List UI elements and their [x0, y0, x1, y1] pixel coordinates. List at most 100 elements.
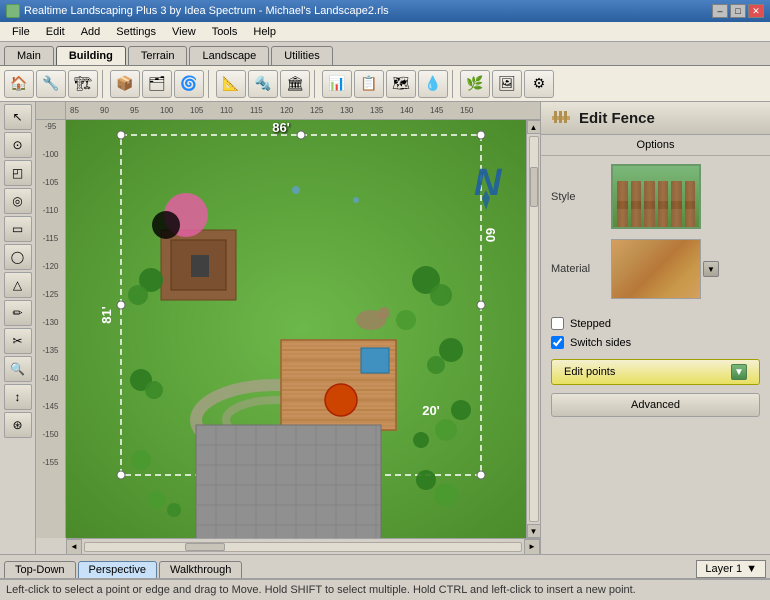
- toolbar-tool-0[interactable]: 🏠: [4, 70, 34, 98]
- svg-text:81': 81': [99, 306, 114, 324]
- toolbar-separator-5: [208, 70, 212, 98]
- toolbar-tool-4[interactable]: 🗂: [142, 70, 172, 98]
- toolbar-tool-1[interactable]: 🔧: [36, 70, 66, 98]
- style-preview[interactable]: [611, 164, 701, 229]
- maximize-button[interactable]: □: [730, 4, 746, 18]
- toolbar-tool-15[interactable]: ⚙: [524, 70, 554, 98]
- toolbar-tool-13[interactable]: 🌿: [460, 70, 490, 98]
- main-content: ↖⊙◰◎▭◯△✏✂🔍↕⊛ 859095100105110115120125130…: [0, 102, 770, 554]
- menu-item-help[interactable]: Help: [245, 24, 284, 40]
- vertical-scrollbar[interactable]: ▲ ▼: [526, 120, 540, 538]
- ruler-h-mark: 135: [370, 106, 383, 115]
- canvas-area[interactable]: 86' 60 81' 19' 20' N: [66, 120, 540, 538]
- tab-main[interactable]: Main: [4, 46, 54, 65]
- vscroll-up-button[interactable]: ▲: [527, 120, 541, 134]
- ruler-v-mark: -135: [42, 346, 58, 355]
- close-button[interactable]: ✕: [748, 4, 764, 18]
- ruler-v-mark: -100: [42, 150, 58, 159]
- layer-indicator[interactable]: Layer 1 ▼: [696, 560, 766, 578]
- hscroll-right-button[interactable]: ►: [524, 539, 540, 555]
- titlebar-controls[interactable]: – □ ✕: [712, 4, 764, 18]
- ruler-corner: [36, 102, 66, 120]
- material-selector: ▼: [611, 239, 701, 299]
- toolbar-tool-6[interactable]: 📐: [216, 70, 246, 98]
- vscroll-track[interactable]: [529, 136, 539, 522]
- toolbar-tool-7[interactable]: 🔩: [248, 70, 278, 98]
- tab-terrain[interactable]: Terrain: [128, 46, 188, 65]
- toolbar-tool-2[interactable]: 🏗: [68, 70, 98, 98]
- titlebar: Realtime Landscaping Plus 3 by Idea Spec…: [0, 0, 770, 22]
- ruler-v-mark: -140: [42, 374, 58, 383]
- tab-building[interactable]: Building: [56, 46, 126, 65]
- ruler-v-mark: -110: [43, 206, 58, 215]
- edit-points-label: Edit points: [564, 366, 615, 378]
- ruler-h-mark: 95: [130, 106, 139, 115]
- tab-landscape[interactable]: Landscape: [189, 46, 269, 65]
- menu-item-edit[interactable]: Edit: [38, 24, 73, 40]
- view-tab-walkthrough[interactable]: Walkthrough: [159, 561, 242, 578]
- toolbar-tool-8[interactable]: 🏛: [280, 70, 310, 98]
- edit-points-dropdown-arrow[interactable]: ▼: [731, 364, 747, 380]
- layer-dropdown-icon[interactable]: ▼: [746, 563, 757, 575]
- advanced-button[interactable]: Advanced: [551, 393, 760, 417]
- menu-item-view[interactable]: View: [164, 24, 204, 40]
- vscroll-thumb[interactable]: [530, 167, 538, 207]
- panel-title: Edit Fence: [579, 110, 655, 127]
- left-tool-3[interactable]: ◎: [4, 188, 32, 214]
- ruler-h-mark: 100: [160, 106, 173, 115]
- view-tab-perspective[interactable]: Perspective: [78, 561, 157, 578]
- tab-utilities[interactable]: Utilities: [271, 46, 332, 65]
- svg-text:N: N: [474, 162, 503, 204]
- left-tool-4[interactable]: ▭: [4, 216, 32, 242]
- left-tool-0[interactable]: ↖: [4, 104, 32, 130]
- material-dropdown-button[interactable]: ▼: [703, 261, 719, 277]
- view-tab-top-down[interactable]: Top-Down: [4, 561, 76, 578]
- left-tool-2[interactable]: ◰: [4, 160, 32, 186]
- stepped-checkbox[interactable]: [551, 317, 564, 330]
- ruler-h-mark: 125: [310, 106, 323, 115]
- hscroll-thumb[interactable]: [185, 543, 225, 551]
- toolbar-tool-5[interactable]: 🌀: [174, 70, 204, 98]
- switch-sides-checkbox[interactable]: [551, 336, 564, 349]
- horizontal-scrollbar[interactable]: ◄ ►: [66, 538, 540, 554]
- svg-text:60: 60: [483, 228, 498, 242]
- ruler-h-mark: 120: [280, 106, 293, 115]
- toolbar-tool-3[interactable]: 📦: [110, 70, 140, 98]
- menubar: FileEditAddSettingsViewToolsHelp: [0, 22, 770, 42]
- left-tool-6[interactable]: △: [4, 272, 32, 298]
- switch-sides-label[interactable]: Switch sides: [570, 337, 631, 349]
- switch-sides-checkbox-row: Switch sides: [541, 336, 770, 349]
- toolbar-tool-10[interactable]: 📋: [354, 70, 384, 98]
- panel-header: Edit Fence: [541, 102, 770, 135]
- left-toolbar: ↖⊙◰◎▭◯△✏✂🔍↕⊛: [0, 102, 36, 554]
- hscroll-left-button[interactable]: ◄: [66, 539, 82, 555]
- left-tool-5[interactable]: ◯: [4, 244, 32, 270]
- svg-text:20': 20': [422, 403, 440, 418]
- panel-style-section: Style Material: [541, 156, 770, 317]
- left-tool-7[interactable]: ✏: [4, 300, 32, 326]
- right-panel: Edit Fence Options Style: [540, 102, 770, 554]
- menu-item-settings[interactable]: Settings: [108, 24, 164, 40]
- left-tool-8[interactable]: ✂: [4, 328, 32, 354]
- left-tool-1[interactable]: ⊙: [4, 132, 32, 158]
- ruler-h-mark: 90: [100, 106, 109, 115]
- toolbar-tool-11[interactable]: 🗺: [386, 70, 416, 98]
- toolbar-tool-12[interactable]: 💧: [418, 70, 448, 98]
- style-label: Style: [551, 191, 611, 203]
- hscroll-track[interactable]: [84, 542, 522, 552]
- menu-item-tools[interactable]: Tools: [204, 24, 246, 40]
- minimize-button[interactable]: –: [712, 4, 728, 18]
- left-tool-9[interactable]: 🔍: [4, 356, 32, 382]
- stepped-label[interactable]: Stepped: [570, 318, 611, 330]
- fence-slat: [658, 181, 669, 227]
- edit-points-button[interactable]: Edit points ▼: [551, 359, 760, 385]
- menu-item-file[interactable]: File: [4, 24, 38, 40]
- left-tool-10[interactable]: ↕: [4, 384, 32, 410]
- menu-item-add[interactable]: Add: [73, 24, 109, 40]
- toolbar-tool-9[interactable]: 📊: [322, 70, 352, 98]
- ruler-h-mark: 115: [250, 106, 263, 115]
- toolbar-tool-14[interactable]: 🖼: [492, 70, 522, 98]
- material-preview[interactable]: [611, 239, 701, 299]
- vscroll-down-button[interactable]: ▼: [527, 524, 541, 538]
- left-tool-11[interactable]: ⊛: [4, 412, 32, 438]
